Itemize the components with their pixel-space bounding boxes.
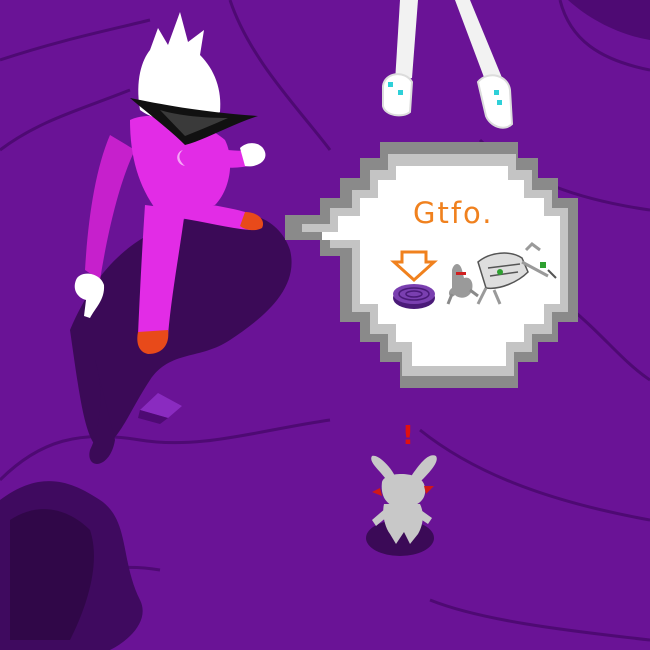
left-pale-boot <box>382 73 414 117</box>
boot-dot <box>494 90 499 95</box>
boot-dot <box>388 82 393 87</box>
sewer-lid-icon <box>393 284 435 309</box>
boot-dot <box>497 100 502 105</box>
scene-canvas: Gtfo. ! <box>0 0 650 650</box>
alert-exclamation: ! <box>402 421 414 451</box>
speech-text: Gtfo. <box>413 196 494 230</box>
boot-dot <box>398 90 403 95</box>
game-scene: Gtfo. ! <box>0 0 650 650</box>
critter-head <box>381 474 426 508</box>
